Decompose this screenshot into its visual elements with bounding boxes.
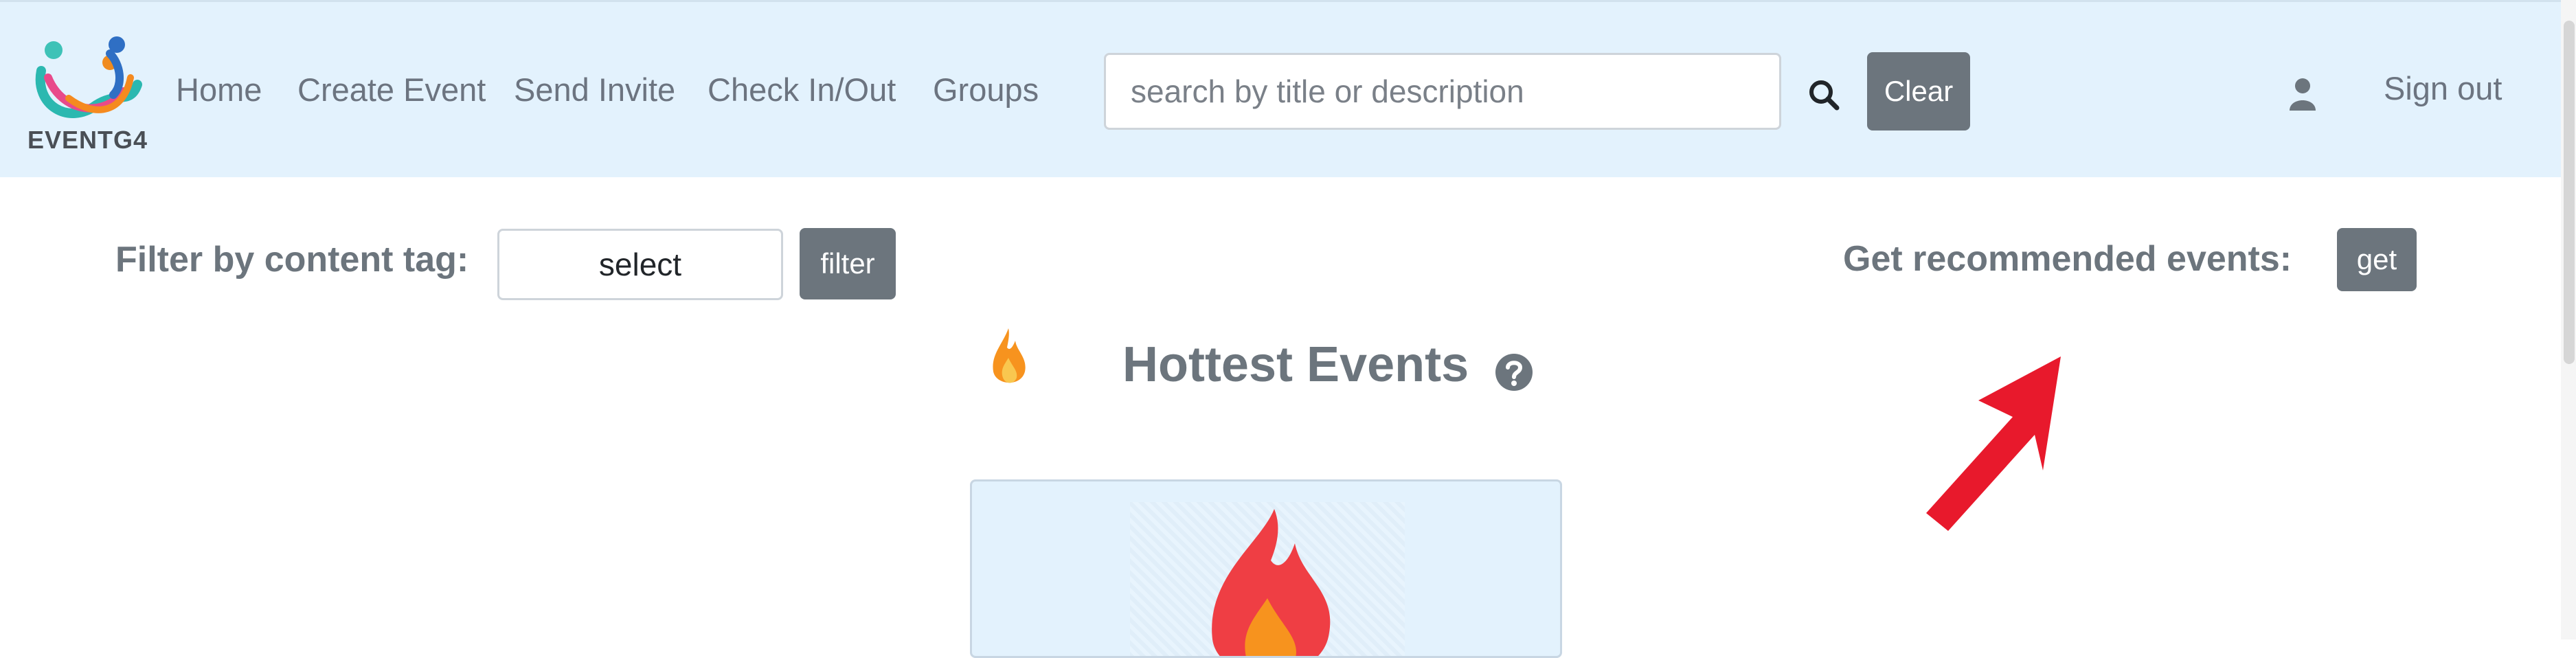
- scrollbar-thumb[interactable]: [2564, 21, 2575, 364]
- flame-icon: [1192, 502, 1343, 656]
- hottest-events-title: Hottest Events: [1122, 337, 1469, 392]
- sign-out-link[interactable]: Sign out: [2384, 69, 2502, 107]
- content-tag-select[interactable]: select: [497, 229, 783, 300]
- user-icon[interactable]: [2287, 76, 2318, 112]
- search-input[interactable]: [1104, 53, 1781, 130]
- recommend-label: Get recommended events:: [1843, 239, 2292, 279]
- nav-home[interactable]: Home: [176, 71, 262, 109]
- flame-icon: [989, 327, 1028, 389]
- content-tag-select-value: select: [598, 247, 682, 282]
- search-icon[interactable]: [1808, 79, 1840, 111]
- red-arrow-annotation: [1917, 354, 2068, 532]
- get-recommended-button[interactable]: get: [2337, 228, 2417, 291]
- nav-groups[interactable]: Groups: [933, 71, 1039, 109]
- filter-label: Filter by content tag:: [115, 240, 469, 280]
- navbar: EVENTG4 Home Create Event Send Invite Ch…: [0, 0, 2576, 177]
- hottest-event-card[interactable]: [970, 479, 1562, 658]
- page-scrollbar[interactable]: [2561, 0, 2576, 639]
- nav-create-event[interactable]: Create Event: [297, 71, 486, 109]
- question-circle-icon[interactable]: [1495, 353, 1533, 392]
- filter-button[interactable]: filter: [800, 228, 896, 299]
- brand-name: EVENTG4: [27, 126, 148, 154]
- nav-check-in-out[interactable]: Check In/Out: [708, 71, 896, 109]
- nav-send-invite[interactable]: Send Invite: [514, 71, 675, 109]
- clear-button[interactable]: Clear: [1867, 52, 1970, 131]
